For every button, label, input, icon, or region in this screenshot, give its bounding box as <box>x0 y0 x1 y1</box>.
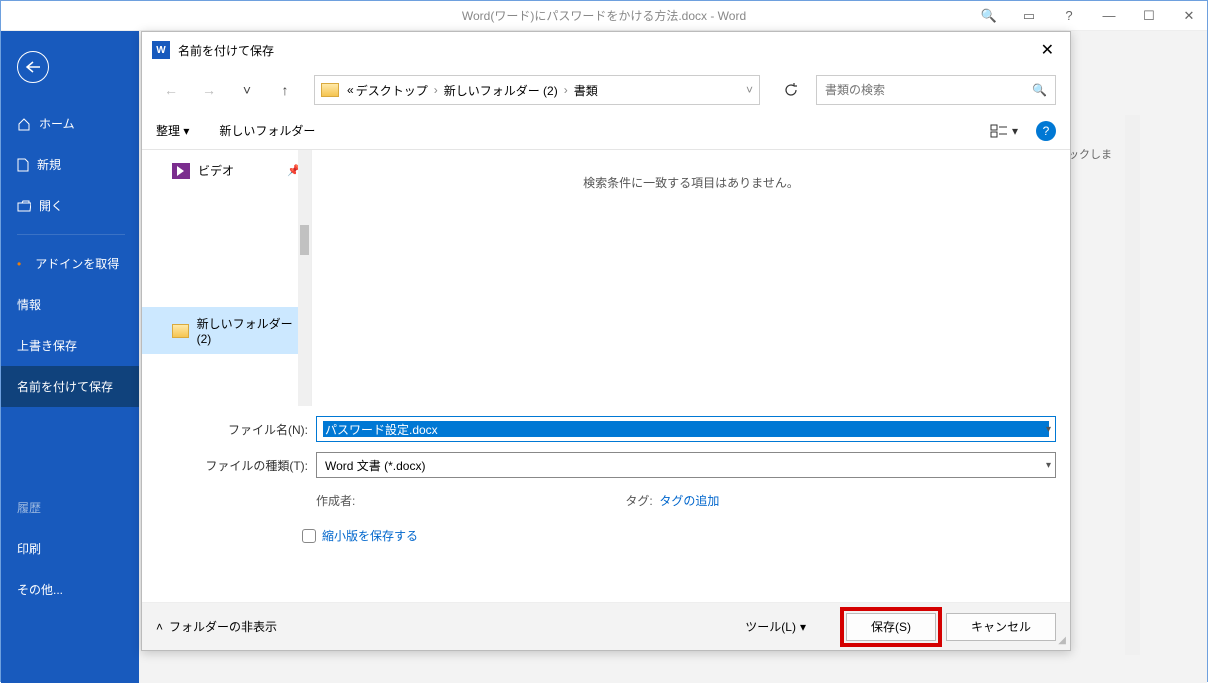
document-icon <box>17 158 29 172</box>
close-window-button[interactable]: ✕ <box>1179 8 1199 24</box>
chevron-right-icon[interactable]: › <box>560 83 572 97</box>
tree-scrollbar[interactable] <box>298 150 311 406</box>
nav-print[interactable]: 印刷 <box>1 528 141 569</box>
nav-other[interactable]: その他... <box>1 569 141 610</box>
save-button[interactable]: 保存(S) <box>846 613 936 641</box>
chevron-down-icon: ▾ <box>1012 124 1018 138</box>
dialog-titlebar: W 名前を付けて保存 ✕ <box>142 32 1070 68</box>
search-icon[interactable]: 🔍 <box>1032 83 1047 97</box>
chevron-down-icon: ▾ <box>800 620 806 634</box>
filename-input[interactable] <box>323 421 1049 437</box>
nav-open-label: 開く <box>39 197 63 214</box>
address-bar[interactable]: « デスクトップ › 新しいフォルダー (2) › 書類 ˅ <box>314 75 760 105</box>
view-options-button[interactable]: ▾ <box>990 124 1018 138</box>
word-icon: W <box>152 41 170 59</box>
app-title: Word(ワード)にパスワードをかける方法.docx - Word <box>462 7 746 24</box>
breadcrumb-desktop[interactable]: デスクトップ <box>356 82 428 99</box>
nav-back-button[interactable]: ← <box>156 75 186 105</box>
new-folder-button[interactable]: 新しいフォルダー <box>219 122 315 139</box>
nav-home[interactable]: ホーム <box>1 103 141 144</box>
save-thumbnail-checkbox[interactable] <box>302 529 316 543</box>
nav-up-button[interactable]: ↑ <box>270 75 300 105</box>
nav-info[interactable]: 情報 <box>1 284 141 325</box>
back-button[interactable] <box>17 51 49 83</box>
dialog-close-button[interactable]: ✕ <box>1035 38 1060 62</box>
file-list-area: 検索条件に一致する項目はありません。 <box>312 150 1070 406</box>
minimize-button[interactable]: — <box>1099 8 1119 23</box>
save-as-dialog: W 名前を付けて保存 ✕ ← → ˅ ↑ « デスクトップ › 新しいフォルダー… <box>141 31 1071 651</box>
app-titlebar: Word(ワード)にパスワードをかける方法.docx - Word 🔍 ▭ ? … <box>1 1 1207 31</box>
content-scrollbar[interactable] <box>1125 115 1140 655</box>
help-titlebar-icon[interactable]: ? <box>1059 8 1079 23</box>
home-icon <box>17 117 31 131</box>
folder-tree: ビデオ 📌 新しいフォルダー (2) <box>142 150 312 406</box>
chevron-up-icon: ˄ <box>156 620 163 634</box>
nav-new-label: 新規 <box>37 156 61 173</box>
breadcrumb-docs[interactable]: 書類 <box>574 82 598 99</box>
add-tag-link[interactable]: タグの追加 <box>659 494 719 508</box>
save-thumbnail-label[interactable]: 縮小版を保存する <box>322 527 418 544</box>
dialog-toolbar: 整理 ▾ 新しいフォルダー ▾ ? <box>142 112 1070 150</box>
nav-forward-button[interactable]: → <box>194 75 224 105</box>
cancel-button[interactable]: キャンセル <box>946 613 1056 641</box>
video-icon <box>172 163 190 179</box>
filetype-combo[interactable]: ▾ <box>316 452 1056 478</box>
search-input[interactable] <box>825 83 1032 97</box>
chevron-down-icon[interactable]: ˅ <box>746 83 753 97</box>
tree-item-video[interactable]: ビデオ 📌 <box>142 154 311 187</box>
tree-item-folder2[interactable]: 新しいフォルダー (2) <box>142 307 311 354</box>
nav-open[interactable]: 開く <box>1 185 141 226</box>
folder-icon <box>172 324 189 338</box>
nav-recent-button[interactable]: ˅ <box>232 75 262 105</box>
nav-home-label: ホーム <box>39 115 75 132</box>
hide-folders-toggle[interactable]: ˄ フォルダーの非表示 <box>156 618 277 635</box>
nav-new[interactable]: 新規 <box>1 144 141 185</box>
maximize-button[interactable]: ☐ <box>1139 8 1159 24</box>
organize-menu[interactable]: 整理 ▾ <box>156 122 189 139</box>
dialog-nav: ← → ˅ ↑ « デスクトップ › 新しいフォルダー (2) › 書類 ˅ 🔍 <box>142 68 1070 112</box>
tag-label: タグ: <box>625 494 652 508</box>
resize-grip[interactable]: ◢ <box>1058 635 1066 646</box>
search-titlebar-icon[interactable]: 🔍 <box>979 8 999 24</box>
chevron-down-icon[interactable]: ▾ <box>1046 424 1051 435</box>
tools-menu[interactable]: ツール(L) ▾ <box>745 618 806 635</box>
chevron-right-icon[interactable]: › <box>430 83 442 97</box>
backstage-sidebar: ホーム 新規 開く アドインを取得 情報 上書き保存 名前を付けて保存 履歴 印… <box>1 31 141 683</box>
nav-addins[interactable]: アドインを取得 <box>1 243 141 284</box>
chevron-down-icon[interactable]: ▾ <box>1046 460 1051 471</box>
help-button[interactable]: ? <box>1036 121 1056 141</box>
dialog-title: 名前を付けて保存 <box>178 42 274 59</box>
ribbon-display-icon[interactable]: ▭ <box>1019 8 1039 24</box>
tree-scrollbar-thumb[interactable] <box>300 225 309 255</box>
folder-icon <box>321 83 339 97</box>
filename-label: ファイル名(N): <box>156 421 316 438</box>
filename-combo[interactable]: ▾ <box>316 416 1056 442</box>
folder-open-icon <box>17 200 31 212</box>
author-label: 作成者: <box>316 494 355 508</box>
nav-history[interactable]: 履歴 <box>1 487 141 528</box>
nav-save-as[interactable]: 名前を付けて保存 <box>1 366 141 407</box>
breadcrumb-folder2[interactable]: 新しいフォルダー (2) <box>444 82 558 99</box>
search-box[interactable]: 🔍 <box>816 75 1056 105</box>
nav-save[interactable]: 上書き保存 <box>1 325 141 366</box>
refresh-button[interactable] <box>774 75 808 105</box>
filetype-label: ファイルの種類(T): <box>156 457 316 474</box>
empty-message: 検索条件に一致する項目はありません。 <box>312 150 1070 191</box>
dialog-footer: ˄ フォルダーの非表示 ツール(L) ▾ 保存(S) キャンセル ◢ <box>142 602 1070 650</box>
filetype-input[interactable] <box>323 457 1049 473</box>
